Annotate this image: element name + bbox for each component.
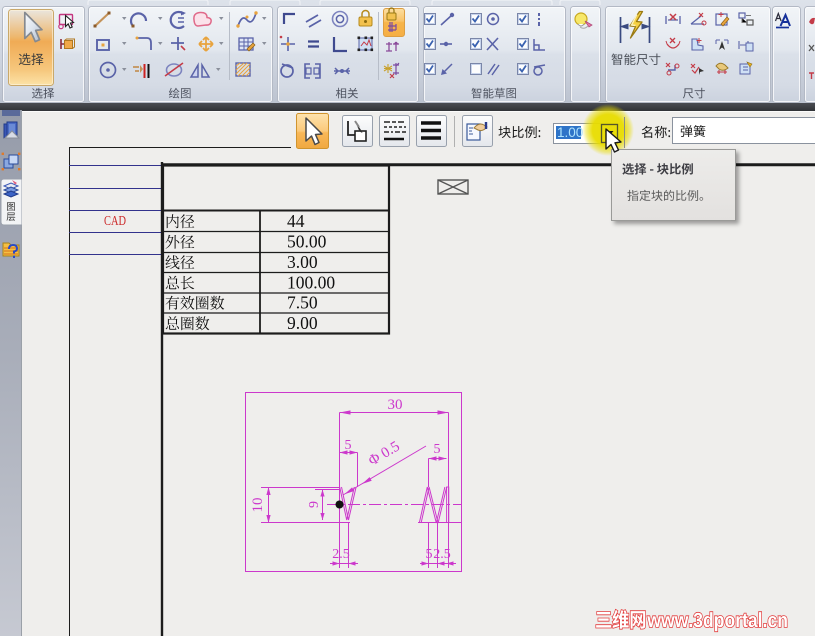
svg-text:30: 30 [388,397,403,413]
svg-text:100.00: 100.00 [287,273,335,293]
svg-text:50.00: 50.00 [287,232,327,252]
svg-text:2.5: 2.5 [433,547,451,562]
svg-text:7.50: 7.50 [287,293,318,313]
svg-text:5: 5 [434,442,441,457]
svg-text:CAD: CAD [104,213,126,228]
svg-text:2.5: 2.5 [332,547,350,562]
svg-text:10: 10 [250,498,266,513]
svg-text:Φ 0.5: Φ 0.5 [366,438,403,469]
svg-text:3.00: 3.00 [287,252,318,272]
svg-text:9: 9 [307,501,322,508]
svg-text:1.00: 1.00 [557,125,583,140]
svg-text:44: 44 [287,211,305,231]
svg-text:5: 5 [426,547,433,562]
svg-text:5: 5 [345,438,352,453]
svg-text:9.00: 9.00 [287,313,318,333]
